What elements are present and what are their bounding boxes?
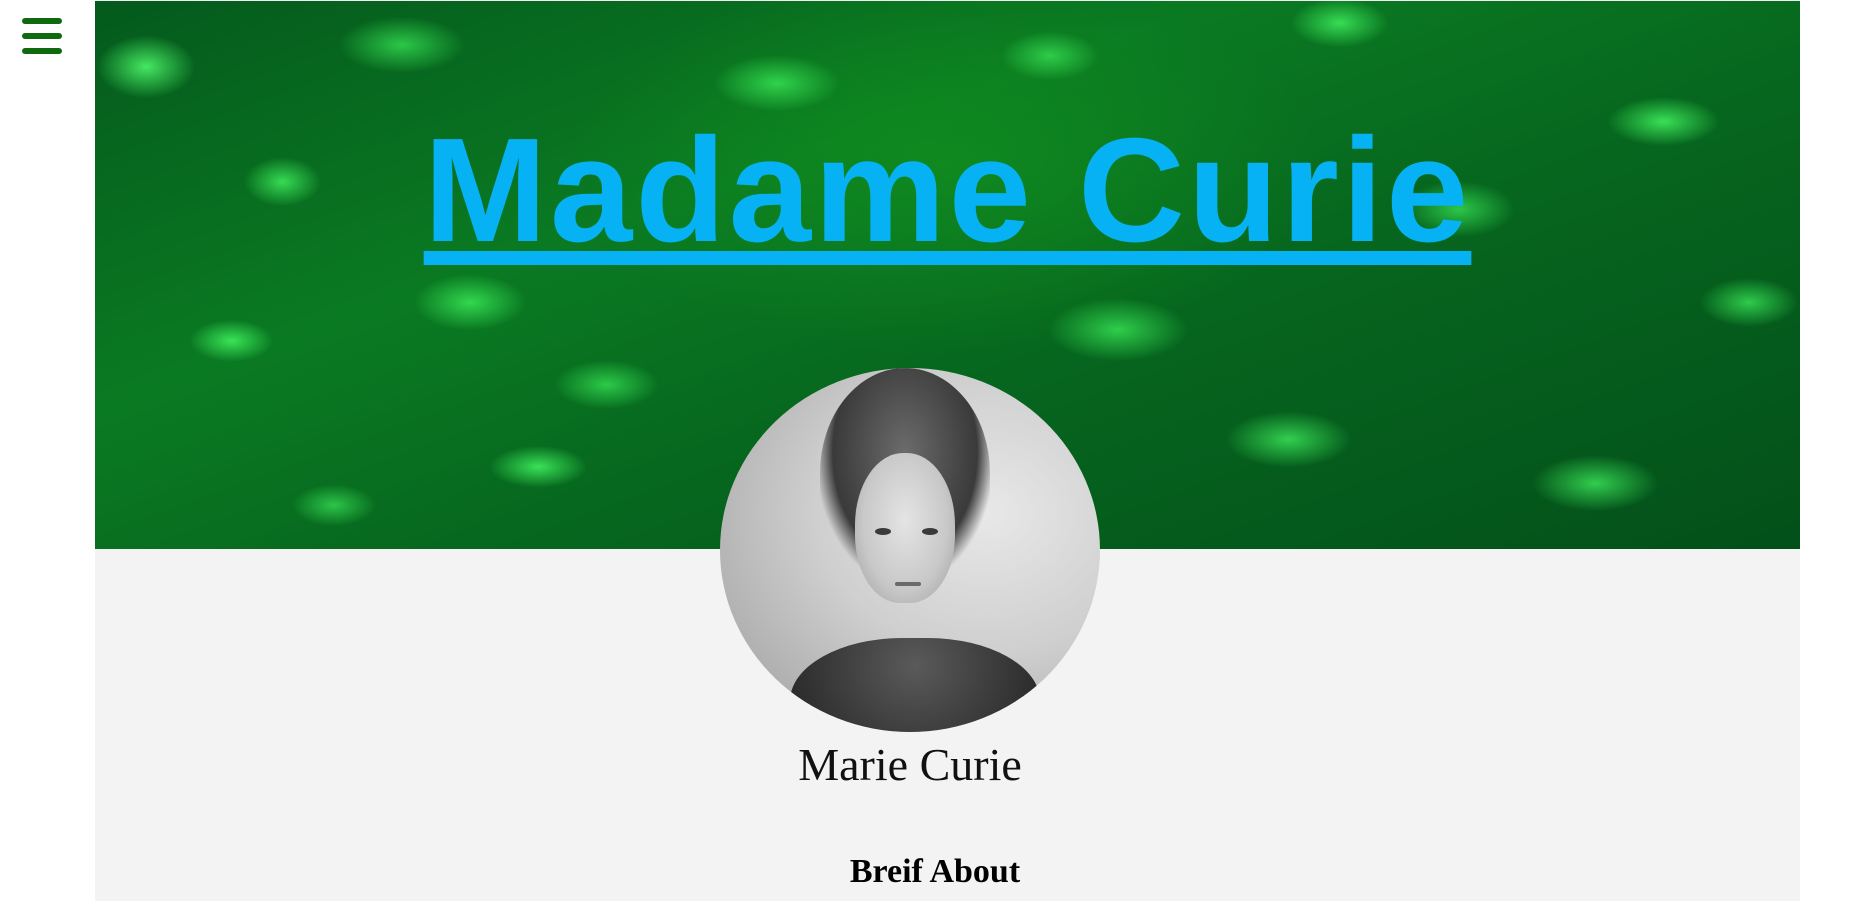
main-content: Madame Curie Marie Curie Breif About <box>95 0 1800 901</box>
portrait-eye-right <box>922 528 938 535</box>
profile-name: Marie Curie <box>798 739 1022 790</box>
hamburger-menu-icon[interactable] <box>22 18 62 54</box>
page-title: Madame Curie <box>95 111 1800 271</box>
profile-portrait <box>720 368 1100 732</box>
title-link[interactable]: Madame Curie <box>424 108 1472 273</box>
portrait-body <box>790 638 1040 732</box>
portrait-mouth <box>895 582 921 586</box>
portrait-eye-left <box>875 528 891 535</box>
menu-bar-bottom <box>22 48 62 54</box>
about-heading: Breif About <box>849 853 1021 890</box>
menu-bar-top <box>22 18 62 24</box>
menu-bar-middle <box>22 33 62 39</box>
sidebar-strip <box>0 0 96 310</box>
portrait-face <box>855 453 955 603</box>
